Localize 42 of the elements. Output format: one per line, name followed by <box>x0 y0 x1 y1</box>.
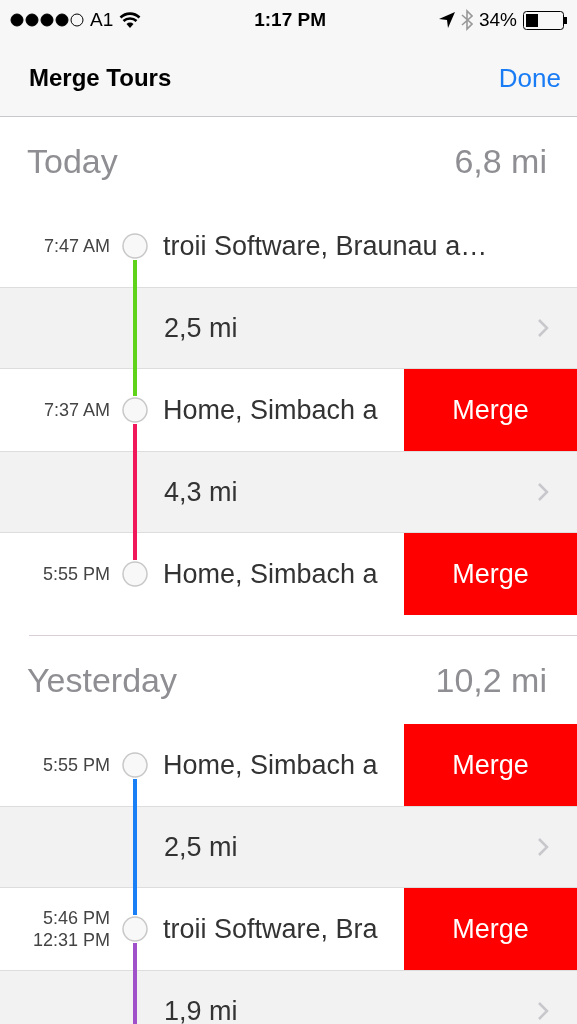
nav-title: Merge Tours <box>29 64 172 92</box>
stop-time: 5:46 PM <box>42 907 110 929</box>
stop-node-icon <box>122 397 148 423</box>
stop-time: 7:47 AM <box>43 235 110 257</box>
location-arrow-icon <box>438 12 455 28</box>
merge-button[interactable]: Merge <box>404 369 577 451</box>
carrier-name: A1 <box>90 9 114 31</box>
place-name[interactable]: Home, Simbach a <box>163 749 378 781</box>
place-name[interactable]: troii Software, Bra <box>163 913 378 945</box>
section-total: 10,2 mi <box>435 660 547 700</box>
segment-distance[interactable]: 4,3 mi <box>164 476 238 508</box>
chevron-icon[interactable] <box>537 837 549 857</box>
segment-distance[interactable]: 2,5 mi <box>164 831 238 863</box>
done-button[interactable]: Done <box>498 62 561 94</box>
merge-button[interactable]: Merge <box>404 888 577 970</box>
chevron-icon[interactable] <box>537 482 549 502</box>
segment-distance[interactable]: 2,5 mi <box>164 312 238 344</box>
stop-node-icon <box>122 561 148 587</box>
clock-time: 1:17 PM <box>254 9 326 31</box>
stop-node-icon <box>122 233 148 259</box>
stop-time: 12:31 PM <box>32 929 110 951</box>
section-title: Today <box>27 141 118 181</box>
wifi-icon <box>119 11 142 29</box>
chevron-icon[interactable] <box>537 318 549 338</box>
stop-time: 7:37 AM <box>43 399 110 421</box>
chevron-icon[interactable] <box>537 1001 549 1021</box>
segment-distance[interactable]: 1,9 mi <box>164 995 238 1024</box>
place-name[interactable]: troii Software, Braunau a… <box>163 230 488 262</box>
section-title: Yesterday <box>27 660 177 700</box>
place-name[interactable]: Home, Simbach a <box>163 558 378 590</box>
stop-time: 5:55 PM <box>42 563 110 585</box>
section-total: 6,8 mi <box>454 141 547 181</box>
merge-button[interactable]: Merge <box>404 533 577 615</box>
stop-time: 5:55 PM <box>42 754 110 776</box>
battery-percent: 34% <box>478 9 517 31</box>
bluetooth-icon <box>460 9 473 31</box>
stop-node-icon <box>122 752 148 778</box>
place-name[interactable]: Home, Simbach a <box>163 394 378 426</box>
signal-icon <box>10 13 84 27</box>
stop-node-icon <box>122 916 148 942</box>
battery-icon <box>523 10 567 30</box>
merge-button[interactable]: Merge <box>404 724 577 806</box>
